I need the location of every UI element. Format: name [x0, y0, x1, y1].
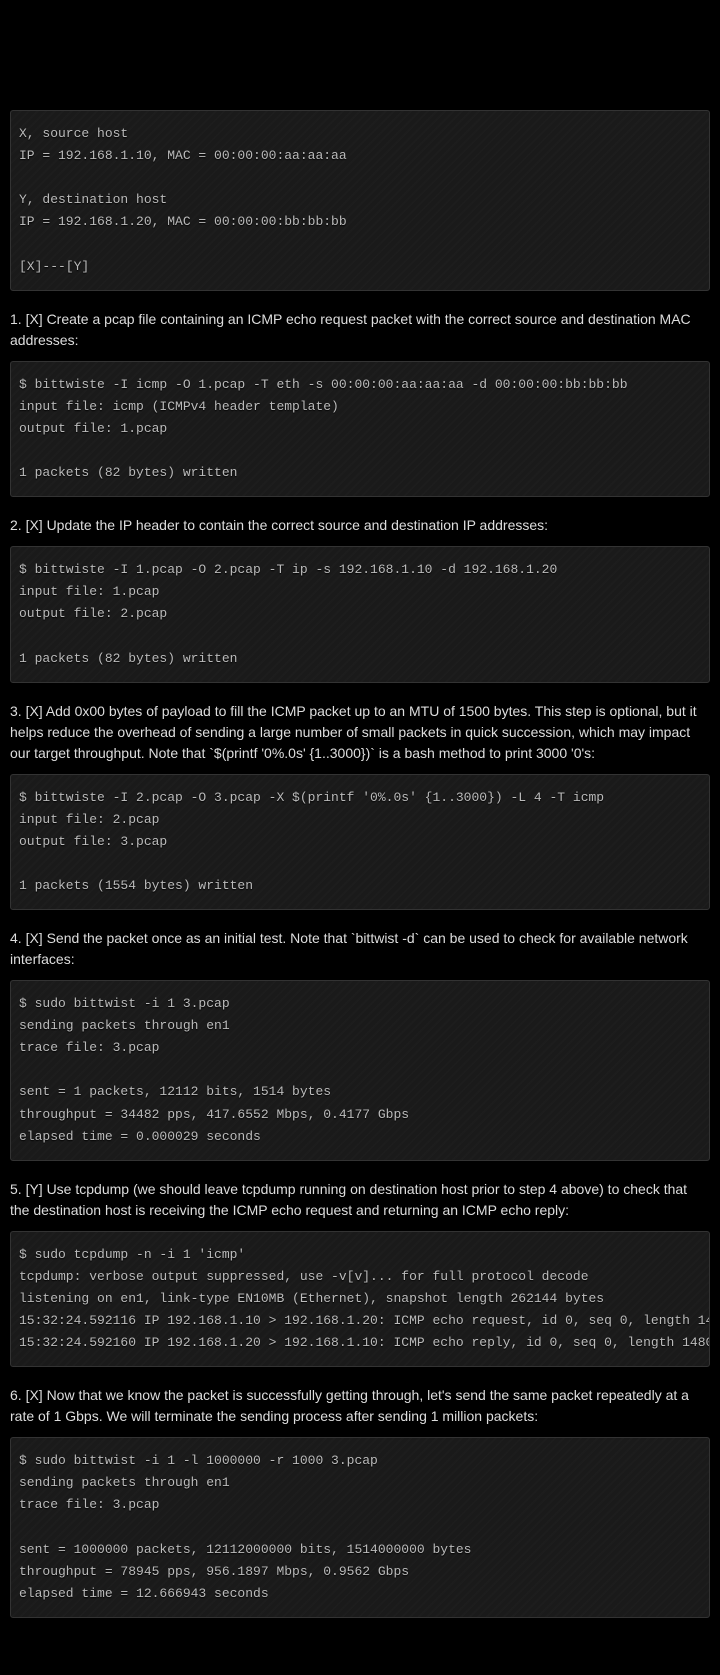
step-1-code: $ bittwiste -I icmp -O 1.pcap -T eth -s … — [10, 361, 710, 497]
step-4-code: $ sudo bittwist -i 1 3.pcap sending pack… — [10, 980, 710, 1161]
step-2-text: 2. [X] Update the IP header to contain t… — [10, 515, 710, 536]
topology-block: X, source host IP = 192.168.1.10, MAC = … — [10, 110, 710, 291]
step-4-text: 4. [X] Send the packet once as an initia… — [10, 928, 710, 970]
step-2-code: $ bittwiste -I 1.pcap -O 2.pcap -T ip -s… — [10, 546, 710, 682]
document-content: X, source host IP = 192.168.1.10, MAC = … — [0, 110, 720, 1656]
step-3-text: 3. [X] Add 0x00 bytes of payload to fill… — [10, 701, 710, 764]
step-6-text: 6. [X] Now that we know the packet is su… — [10, 1385, 710, 1427]
step-5-text: 5. [Y] Use tcpdump (we should leave tcpd… — [10, 1179, 710, 1221]
step-1-text: 1. [X] Create a pcap file containing an … — [10, 309, 710, 351]
step-5-code: $ sudo tcpdump -n -i 1 'icmp' tcpdump: v… — [10, 1231, 710, 1367]
step-3-code: $ bittwiste -I 2.pcap -O 3.pcap -X $(pri… — [10, 774, 710, 910]
step-6-code: $ sudo bittwist -i 1 -l 1000000 -r 1000 … — [10, 1437, 710, 1618]
